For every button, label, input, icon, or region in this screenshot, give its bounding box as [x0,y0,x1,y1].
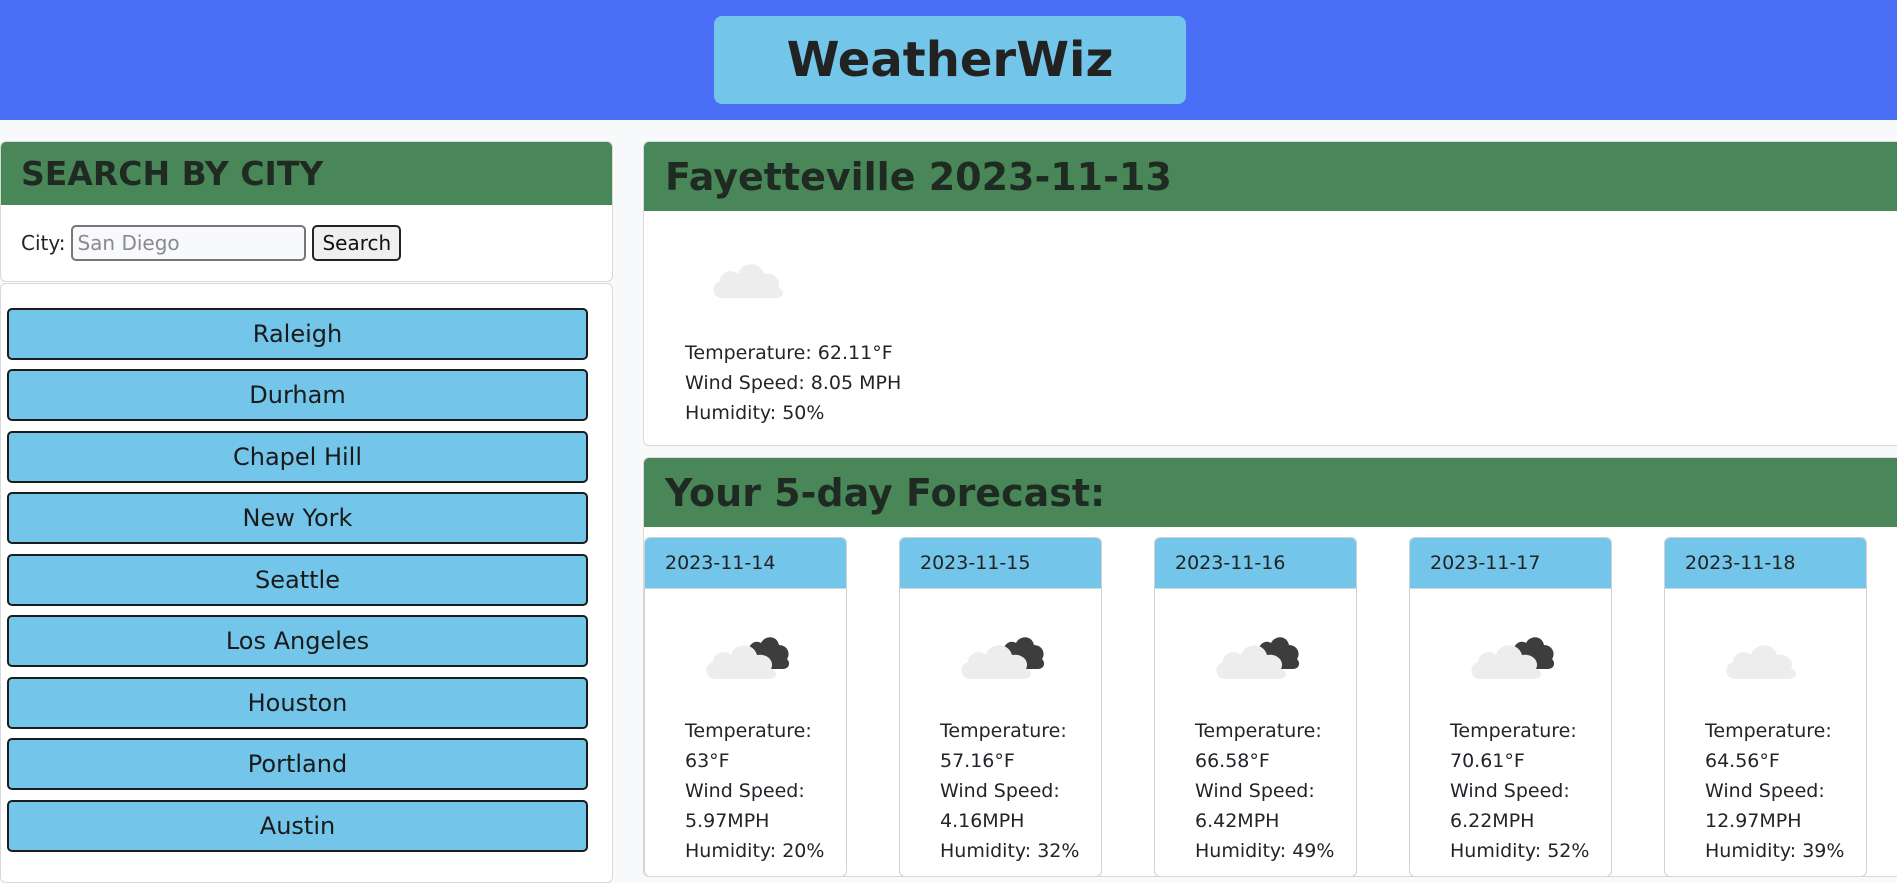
current-wind-speed: Wind Speed: 8.05 MPH [685,372,902,394]
current-humidity: Humidity: 50% [685,402,825,424]
search-heading: SEARCH BY CITY [1,142,612,205]
history-city-button[interactable]: Seattle [7,554,588,606]
broken-clouds-icon [706,637,790,679]
forecast-day-stats: Temperature: 57.16°F Wind Speed: 4.16MPH… [940,716,1100,866]
forecast-heading: Your 5-day Forecast: [644,458,1897,527]
search-panel: SEARCH BY CITY City: Search [0,141,613,282]
current-weather-panel: Fayetteville 2023-11-13 Temperature: 62.… [643,141,1897,446]
forecast-stat-line: Wind Speed: [1705,780,1825,802]
forecast-date: 2023-11-14 [645,538,846,589]
current-weather-heading: Fayetteville 2023-11-13 [644,142,1897,211]
forecast-stat-line: Wind Speed: [940,780,1060,802]
forecast-day-card: 2023-11-16 Temperature: 66.58°F Wind Spe… [1154,537,1357,876]
cloud-icon [713,264,784,298]
forecast-stat-line: 5.97MPH [685,810,770,832]
current-temperature: Temperature: 62.11°F [685,342,893,364]
app-title: WeatherWiz [714,16,1186,104]
cloud-icon [1726,645,1797,679]
search-form: City: Search [1,205,612,261]
forecast-stat-line: 57.16°F [940,750,1015,772]
forecast-stat-line: Temperature: [1450,720,1577,742]
forecast-day-card: 2023-11-18 Temperature: 64.56°F Wind Spe… [1664,537,1867,876]
history-city-button[interactable]: Raleigh [7,308,588,360]
forecast-stat-line: Temperature: 63°F [685,720,812,772]
forecast-date: 2023-11-18 [1665,538,1866,589]
forecast-stat-line: Temperature: [940,720,1067,742]
history-city-button[interactable]: New York [7,492,588,544]
forecast-day-card: 2023-11-14 Temperature: 63°F Wind Speed:… [644,537,847,876]
forecast-day-card: 2023-11-17 Temperature: 70.61°F Wind Spe… [1409,537,1612,876]
app-header: WeatherWiz [0,0,1897,120]
forecast-stat-line: 6.22MPH [1450,810,1535,832]
history-city-button[interactable]: Houston [7,677,588,729]
forecast-stat-line: 66.58°F [1195,750,1270,772]
forecast-date: 2023-11-15 [900,538,1101,589]
forecast-day-stats: Temperature: 64.56°F Wind Speed: 12.97MP… [1705,716,1865,866]
forecast-stat-line: 12.97MPH [1705,810,1802,832]
history-city-button[interactable]: Portland [7,738,588,790]
broken-clouds-icon [1471,637,1555,679]
forecast-stat-line: 4.16MPH [940,810,1025,832]
forecast-day-stats: Temperature: 66.58°F Wind Speed: 6.42MPH… [1195,716,1355,866]
forecast-stat-line: Wind Speed: [685,780,805,802]
history-city-button[interactable]: Austin [7,800,588,852]
forecast-stat-line: Temperature: [1705,720,1832,742]
forecast-day-stats: Temperature: 63°F Wind Speed: 5.97MPH Hu… [685,716,845,866]
forecast-day-stats: Temperature: 70.61°F Wind Speed: 6.22MPH… [1450,716,1610,866]
forecast-stat-line: Wind Speed: [1450,780,1570,802]
forecast-date: 2023-11-17 [1410,538,1611,589]
broken-clouds-icon [961,637,1045,679]
forecast-stat-line: Temperature: [1195,720,1322,742]
forecast-stat-line: 64.56°F [1705,750,1780,772]
history-city-button[interactable]: Durham [7,369,588,421]
search-history: Raleigh Durham Chapel Hill New York Seat… [0,283,613,883]
forecast-stat-line: 6.42MPH [1195,810,1280,832]
forecast-stat-line: Wind Speed: [1195,780,1315,802]
broken-clouds-icon [1216,637,1300,679]
history-city-button[interactable]: Los Angeles [7,615,588,667]
city-input[interactable] [71,225,307,261]
forecast-date: 2023-11-16 [1155,538,1356,589]
forecast-panel: Your 5-day Forecast: 2023-11-14 Temperat… [643,457,1897,877]
history-city-button[interactable]: Chapel Hill [7,431,588,483]
forecast-day-card: 2023-11-15 Temperature: 57.16°F Wind Spe… [899,537,1102,876]
forecast-stat-line: 70.61°F [1450,750,1525,772]
city-label: City: [21,231,66,255]
current-weather-stats: Temperature: 62.11°F Wind Speed: 8.05 MP… [685,338,901,428]
search-button[interactable]: Search [312,225,402,261]
